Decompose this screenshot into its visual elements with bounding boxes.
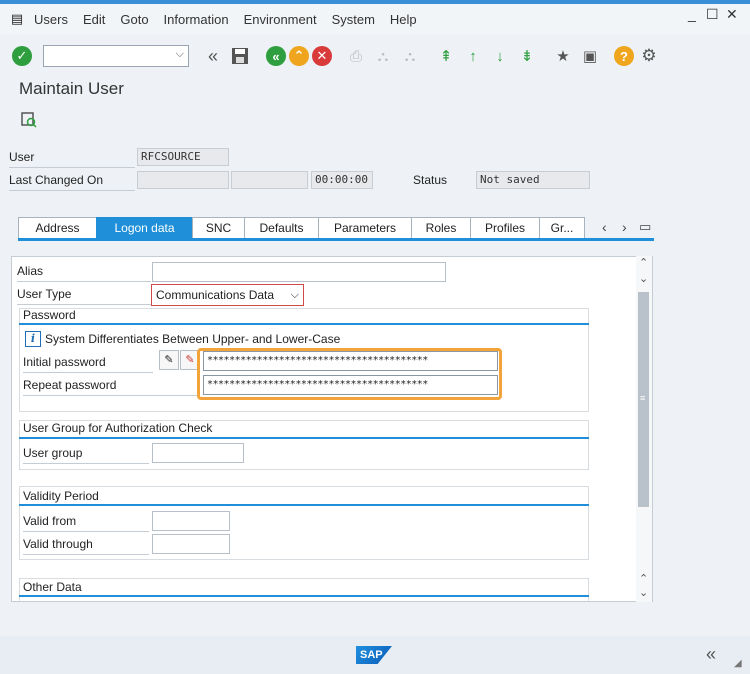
validity-section-title: Validity Period bbox=[23, 489, 99, 503]
next-page-icon[interactable]: ↓ bbox=[488, 44, 512, 68]
find-icon[interactable]: ⛬ bbox=[371, 44, 395, 68]
password-section-title: Password bbox=[23, 308, 76, 322]
alias-input[interactable] bbox=[152, 262, 446, 282]
tab-list-icon[interactable]: ▭ bbox=[639, 219, 651, 235]
menu-icon[interactable]: ▤ bbox=[8, 7, 26, 31]
scroll-down-icon[interactable]: ⌃ bbox=[639, 572, 648, 585]
initial-password-label: Initial password bbox=[23, 355, 153, 373]
repeat-password-label: Repeat password bbox=[23, 378, 199, 396]
standard-toolbar: ✓ ⌵ « « ⌃ ✕ ⎙ ⛬ ⛬ ⇞ ↑ ↓ ⇟ ★ ▣ ? ⚙ bbox=[0, 36, 750, 76]
info-icon: i bbox=[25, 331, 41, 347]
tab-address[interactable]: Address bbox=[18, 217, 97, 239]
first-page-icon[interactable]: ⇞ bbox=[434, 44, 458, 68]
tab-underline bbox=[18, 238, 654, 241]
last-changed-date-field[interactable] bbox=[231, 171, 308, 189]
tab-groups[interactable]: Gr... bbox=[539, 217, 585, 239]
menu-bar: ▤ Users Edit Goto Information Environmen… bbox=[0, 4, 750, 34]
user-type-select[interactable]: Communications Data ⌵ bbox=[151, 284, 304, 306]
last-changed-time-field[interactable]: 00:00:00 bbox=[311, 171, 373, 189]
tab-defaults[interactable]: Defaults bbox=[244, 217, 319, 239]
status-field[interactable]: Not saved bbox=[476, 171, 590, 189]
tab-roles[interactable]: Roles bbox=[411, 217, 471, 239]
help-icon[interactable]: ? bbox=[614, 46, 634, 66]
validity-section-rule bbox=[19, 504, 589, 506]
shortcut-icon[interactable]: ▣ bbox=[578, 44, 602, 68]
user-label: User bbox=[9, 150, 135, 168]
restore-button[interactable]: ☐ bbox=[706, 6, 719, 23]
chevron-down-icon[interactable]: ⌵ bbox=[291, 285, 299, 305]
save-glyph bbox=[232, 48, 248, 64]
find-next-icon[interactable]: ⛬ bbox=[398, 44, 422, 68]
display-change-glyph bbox=[21, 112, 37, 128]
display-change-icon[interactable] bbox=[20, 111, 38, 129]
user-group-input[interactable] bbox=[152, 443, 244, 463]
menu-environment[interactable]: Environment bbox=[244, 12, 317, 27]
alias-label: Alias bbox=[17, 264, 151, 282]
auth-group-section-title: User Group for Authorization Check bbox=[23, 421, 213, 435]
last-page-icon[interactable]: ⇟ bbox=[515, 44, 539, 68]
tab-scroll-right-icon[interactable]: › bbox=[622, 219, 627, 235]
new-session-icon[interactable]: ★ bbox=[551, 44, 575, 68]
enter-checkmark-icon[interactable]: ✓ bbox=[12, 46, 32, 66]
print-icon[interactable]: ⎙ bbox=[344, 44, 368, 68]
last-changed-by-field[interactable] bbox=[137, 171, 229, 189]
menu-users[interactable]: Users bbox=[34, 12, 68, 27]
command-field[interactable]: ⌵ bbox=[43, 45, 189, 67]
last-changed-label: Last Changed On bbox=[9, 173, 135, 191]
status-label: Status bbox=[413, 173, 448, 187]
scroll-bottom-icon[interactable]: ⌄ bbox=[639, 586, 648, 599]
scroll-up-icon[interactable]: ⌄ bbox=[639, 272, 648, 285]
resize-grip-icon[interactable]: ◢ bbox=[734, 658, 742, 669]
valid-through-label: Valid through bbox=[23, 537, 149, 555]
minimize-button[interactable]: _ bbox=[688, 6, 696, 22]
cancel-icon[interactable]: ✕ bbox=[312, 46, 332, 66]
menu-goto[interactable]: Goto bbox=[120, 12, 148, 27]
scroll-grip-icon: ≡ bbox=[640, 393, 646, 403]
deactivate-password-icon[interactable]: ✎ bbox=[180, 350, 200, 370]
double-chevron-left-icon[interactable]: « bbox=[201, 44, 225, 68]
collapse-status-icon[interactable]: « bbox=[706, 644, 716, 665]
exit-icon[interactable]: ⌃ bbox=[289, 46, 309, 66]
close-window-button[interactable]: ✕ bbox=[726, 6, 738, 23]
tab-profiles[interactable]: Profiles bbox=[470, 217, 540, 239]
menu-help[interactable]: Help bbox=[390, 12, 417, 27]
menu-information[interactable]: Information bbox=[164, 12, 229, 27]
other-data-group-box bbox=[19, 578, 589, 601]
save-icon[interactable] bbox=[228, 44, 252, 68]
menu-system[interactable]: System bbox=[332, 12, 375, 27]
user-field[interactable]: RFCSOURCE bbox=[137, 148, 229, 166]
user-type-label: User Type bbox=[17, 287, 151, 305]
tab-strip: Address Logon data SNC Defaults Paramete… bbox=[18, 217, 585, 239]
generate-password-icon[interactable]: ✎ bbox=[159, 350, 179, 370]
back-icon[interactable]: « bbox=[266, 46, 286, 66]
user-group-label: User group bbox=[23, 446, 149, 464]
other-data-section-rule bbox=[19, 595, 589, 597]
case-sensitivity-info: System Differentiates Between Upper- and… bbox=[45, 332, 341, 346]
valid-from-label: Valid from bbox=[23, 514, 149, 532]
tab-snc[interactable]: SNC bbox=[192, 217, 245, 239]
valid-through-input[interactable] bbox=[152, 534, 230, 554]
previous-page-icon[interactable]: ↑ bbox=[461, 44, 485, 68]
tab-logon-data[interactable]: Logon data bbox=[96, 217, 193, 239]
menu-edit[interactable]: Edit bbox=[83, 12, 105, 27]
repeat-password-input[interactable]: **************************************** bbox=[203, 375, 498, 395]
valid-from-input[interactable] bbox=[152, 511, 230, 531]
chevron-down-icon[interactable]: ⌵ bbox=[176, 48, 184, 61]
auth-group-section-rule bbox=[19, 437, 589, 439]
logon-data-panel: Alias User Type Communications Data ⌵ Pa… bbox=[11, 256, 653, 602]
tab-scroll-left-icon[interactable]: ‹ bbox=[602, 219, 607, 235]
user-type-value: Communications Data bbox=[156, 288, 275, 302]
password-section-rule bbox=[19, 323, 589, 325]
other-data-section-title: Other Data bbox=[23, 580, 82, 594]
initial-password-input[interactable]: **************************************** bbox=[203, 351, 498, 371]
tab-parameters[interactable]: Parameters bbox=[318, 217, 412, 239]
scroll-top-icon[interactable]: ⌃ bbox=[639, 256, 648, 269]
settings-gear-icon[interactable]: ⚙ bbox=[637, 44, 661, 68]
page-title: Maintain User bbox=[19, 79, 124, 98]
